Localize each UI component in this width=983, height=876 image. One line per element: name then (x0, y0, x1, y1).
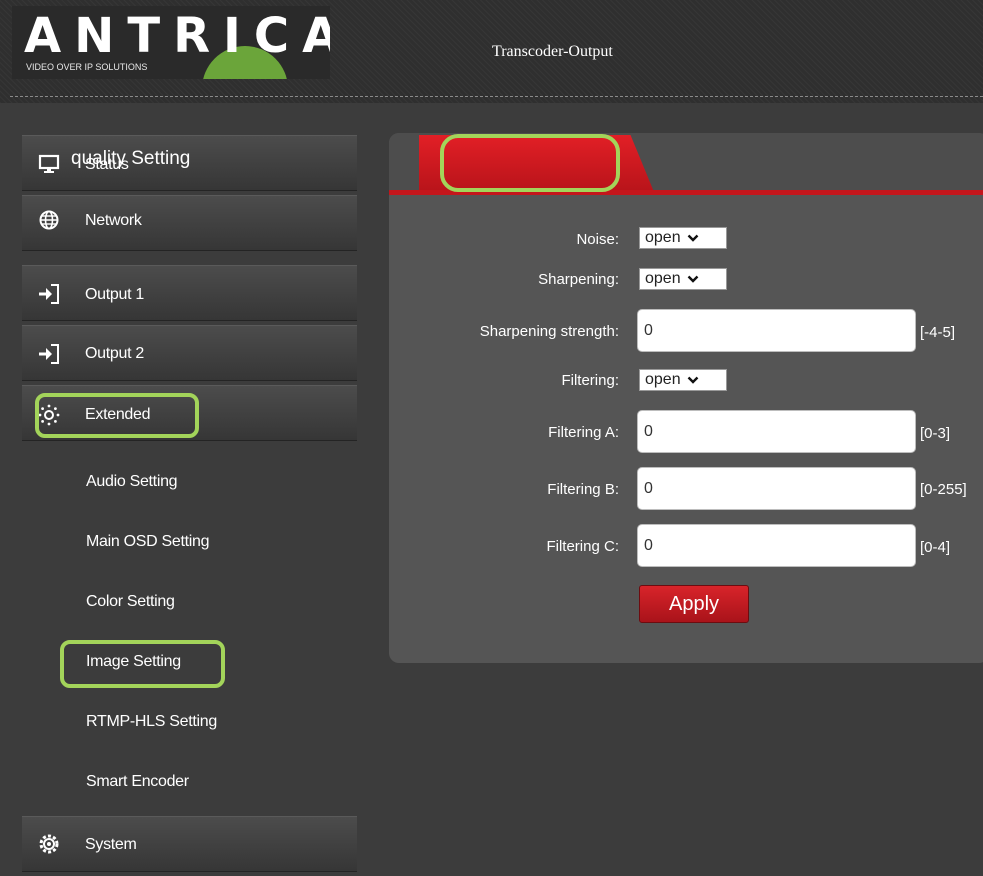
submenu-item-color-setting[interactable]: Color Setting (22, 571, 357, 631)
monitor-icon (38, 154, 60, 173)
header: ANTRICA VIDEO OVER IP SOLUTIONS Transcod… (0, 0, 983, 103)
globe-icon (39, 210, 59, 230)
submenu-item-label: Main OSD Setting (86, 533, 210, 550)
filtering-a-label: Filtering A: (548, 424, 619, 441)
submenu-item-label: Audio Setting (86, 473, 178, 490)
submenu-item-label: Color Setting (86, 593, 175, 610)
extended-gear-icon (38, 404, 60, 426)
noise-label: Noise: (576, 231, 619, 248)
submenu-item-label: Image Setting (86, 653, 181, 670)
submenu-item-rtmp-hls-setting[interactable]: RTMP-HLS Setting (22, 691, 357, 751)
apply-button[interactable]: Apply (639, 585, 749, 623)
chevron-down-icon (687, 234, 698, 242)
filtering-b-range: [0-255] (920, 481, 967, 498)
header-divider (10, 96, 983, 97)
sharpening-strength-label: Sharpening strength: (479, 323, 619, 340)
sidebar-item-output-1[interactable]: Output 1 (22, 265, 357, 321)
system-gear-icon (39, 834, 59, 854)
sharpening-select-value: open (645, 270, 681, 287)
sharpening-strength-range: [-4-5] (920, 324, 956, 341)
chevron-down-icon (687, 376, 698, 384)
submenu-item-smart-encoder[interactable]: Smart Encoder (22, 751, 357, 811)
output-arrow-icon (39, 344, 59, 364)
filtering-b-input[interactable] (637, 467, 916, 510)
sidebar-item-label: Output 2 (85, 345, 144, 362)
submenu-item-label: RTMP-HLS Setting (86, 713, 217, 730)
tab-underline (389, 190, 983, 195)
sidebar-item-output-2[interactable]: Output 2 (22, 325, 357, 381)
sidebar-item-label: Output 1 (85, 286, 144, 303)
tab-bar (389, 133, 983, 195)
submenu-item-main-osd-setting[interactable]: Main OSD Setting (22, 511, 357, 571)
tab-quality-setting[interactable] (419, 135, 654, 192)
filtering-b-label: Filtering B: (547, 481, 619, 498)
filtering-c-range: [0-4] (920, 539, 951, 556)
sidebar-item-label: Network (85, 212, 142, 229)
sidebar-item-network[interactable]: Network (22, 195, 357, 251)
sidebar-item-label: System (85, 836, 137, 853)
submenu-item-audio-setting[interactable]: Audio Setting (22, 451, 357, 511)
logo-wordmark: ANTRICA (24, 8, 330, 64)
chevron-down-icon (687, 275, 698, 283)
filtering-select-value: open (645, 371, 681, 388)
sharpening-select[interactable]: open (639, 268, 727, 290)
filtering-c-input[interactable] (637, 524, 916, 567)
filtering-select[interactable]: open (639, 369, 727, 391)
antrica-logo: ANTRICA VIDEO OVER IP SOLUTIONS (12, 6, 330, 79)
filtering-a-range: [0-3] (920, 425, 951, 442)
sidebar-item-extended[interactable]: Extended (22, 385, 357, 441)
sharpening-label: Sharpening: (538, 271, 619, 288)
sidebar-item-system[interactable]: System (22, 816, 357, 872)
filtering-c-label: Filtering C: (546, 538, 619, 555)
sharpening-strength-input[interactable] (637, 309, 916, 352)
noise-select-value: open (645, 229, 681, 246)
tab-quality-setting-label: quality Setting (71, 148, 191, 169)
filtering-label: Filtering: (561, 372, 619, 389)
noise-select[interactable]: open (639, 227, 727, 249)
sidebar-item-label: Extended (85, 406, 151, 423)
output-arrow-icon (39, 284, 59, 304)
submenu-item-label: Smart Encoder (86, 773, 189, 790)
submenu-item-image-setting[interactable]: Image Setting (22, 631, 357, 691)
logo-tagline: VIDEO OVER IP SOLUTIONS (26, 62, 148, 72)
filtering-a-input[interactable] (637, 410, 916, 453)
quality-setting-panel: Noise: open Sharpening: open Sharpening … (389, 133, 983, 663)
page-title: Transcoder-Output (492, 43, 613, 60)
